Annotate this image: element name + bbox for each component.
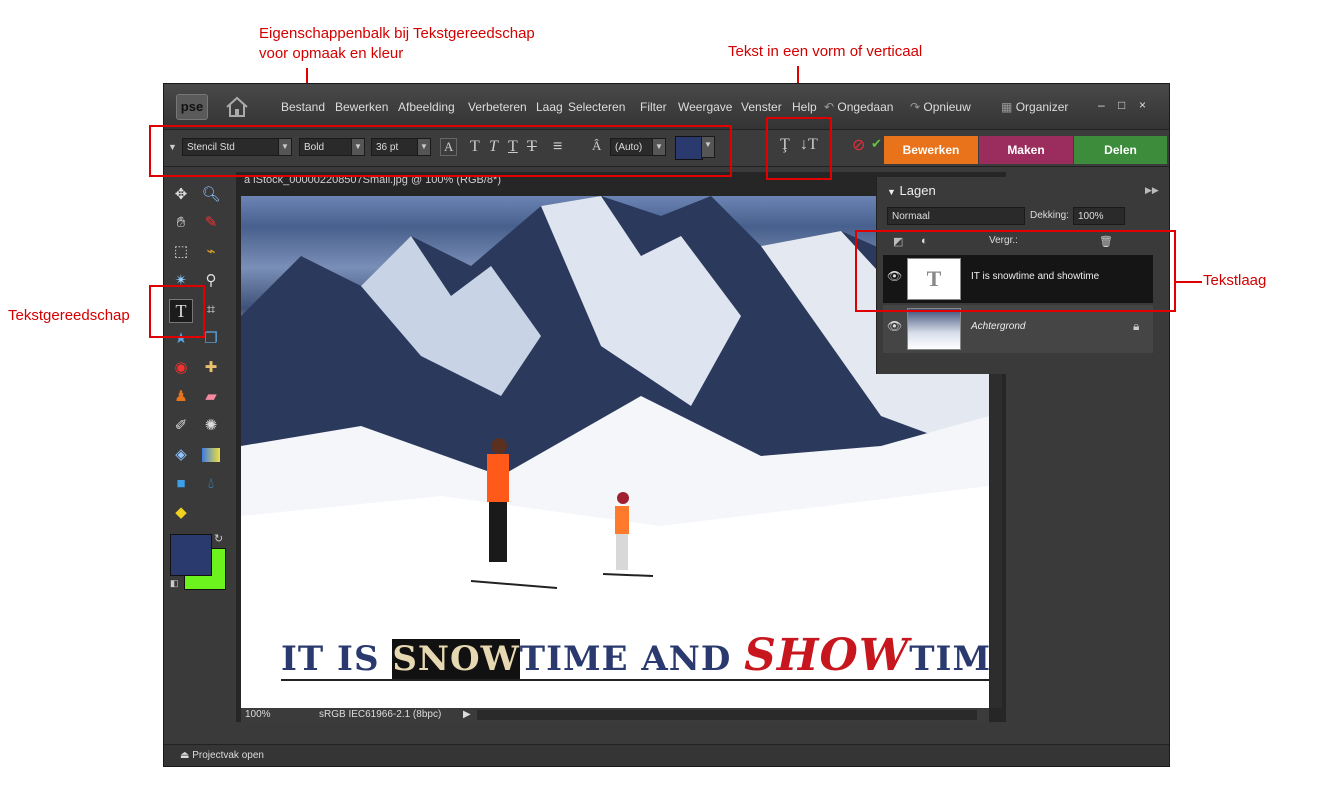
annotation-connector <box>1176 281 1202 283</box>
annotation-text-shape: Tekst in een vorm of verticaal <box>728 43 923 60</box>
red-eye-tool-icon[interactable]: ◉ <box>170 357 192 379</box>
undo-icon: ↶ <box>824 100 835 114</box>
collapse-icon[interactable]: ▼ <box>887 187 896 197</box>
app-logo: pse <box>176 94 208 120</box>
text-part: TIME <box>909 639 989 679</box>
lock-icon: 🔒︎ <box>1133 319 1140 333</box>
layers-title: Lagen <box>899 183 936 198</box>
menu-weergave[interactable]: Weergave <box>678 84 732 129</box>
eraser-tool-icon[interactable]: ▰ <box>200 386 222 408</box>
organizer-icon: ▦ <box>1001 100 1013 114</box>
horizontal-scrollbar[interactable] <box>477 710 977 720</box>
eyedropper-tool-icon[interactable]: ✎ <box>200 212 222 234</box>
organizer-label: Organizer <box>1015 100 1069 114</box>
menu-bar: pse Bestand Bewerken Afbeelding Verbeter… <box>164 84 1169 130</box>
sponge-tool-icon[interactable]: ◆ <box>170 502 192 524</box>
project-bin-toggle[interactable]: ⏏ Projectvak open <box>180 745 264 766</box>
close-button[interactable]: × <box>1139 98 1146 112</box>
smart-brush-tool-icon[interactable]: ✺ <box>200 415 222 437</box>
menu-bestand[interactable]: Bestand <box>281 84 325 129</box>
minimize-button[interactable]: – <box>1098 98 1105 112</box>
layer-thumbnail <box>907 308 961 350</box>
menu-filter[interactable]: Filter <box>640 84 667 129</box>
menu-selecteren[interactable]: Selecteren <box>568 84 625 129</box>
selected-text: SNOW <box>392 639 520 679</box>
layer-row-background[interactable]: 👁︎ Achtergrond 🔒︎ <box>883 305 1153 353</box>
opacity-field[interactable]: 100% <box>1073 207 1125 225</box>
lasso-tool-icon[interactable]: ⌁ <box>200 241 222 263</box>
annotation-options-bar-line2: voor opmaak en kleur <box>259 45 404 62</box>
eject-icon: ⏏ <box>180 750 190 761</box>
organizer-button[interactable]: ▦ Organizer <box>1001 84 1068 129</box>
blur-tool-icon[interactable]: 💧︎ <box>200 473 222 495</box>
zoom-level[interactable]: 100% <box>245 708 271 722</box>
marquee-tool-icon[interactable]: ⬚ <box>170 241 192 263</box>
highlight-text-shape <box>766 117 832 180</box>
healing-tool-icon[interactable]: ✚ <box>200 357 222 379</box>
cancel-icon[interactable]: ⊘ <box>852 135 865 154</box>
annotation-options-bar: Eigenschappenbalk bij Tekstgereedschap v… <box>259 24 535 64</box>
highlight-options-bar <box>149 125 732 177</box>
color-profile: sRGB IEC61966-2.1 (8bpc) <box>319 709 442 720</box>
annotation-text-tool: Tekstgereedschap <box>8 307 130 324</box>
paint-bucket-tool-icon[interactable]: ◈ <box>170 444 192 466</box>
tab-bewerken[interactable]: Bewerken <box>884 136 978 164</box>
text-part: IT IS <box>281 639 393 679</box>
menu-laag[interactable]: Laag <box>536 84 563 129</box>
layers-header: ▼ Lagen <box>887 183 936 198</box>
skier-large <box>487 438 509 562</box>
layer-name: Achtergrond <box>971 321 1026 332</box>
undo-button[interactable]: ↶ Ongedaan <box>824 84 893 129</box>
highlight-text-layer <box>855 230 1176 312</box>
menu-bewerken[interactable]: Bewerken <box>335 84 388 129</box>
maximize-button[interactable]: □ <box>1118 98 1125 112</box>
home-icon[interactable] <box>224 95 250 119</box>
bottom-bar: ⏏ Projectvak open <box>164 744 1169 766</box>
opacity-label: Dekking: <box>1030 210 1069 221</box>
shape-tool-icon[interactable]: ■ <box>170 473 192 495</box>
redo-button[interactable]: ↷ Opnieuw <box>910 84 971 129</box>
canvas-text-layer[interactable]: IT IS SNOWTIME AND SHOWTIME <box>281 634 989 681</box>
project-bin-label: Projectvak open <box>192 750 264 761</box>
text-part: TIME AND <box>519 639 745 679</box>
status-bar: 100% sRGB IEC61966-2.1 (8bpc) ▶ <box>241 708 989 722</box>
redo-label: Opnieuw <box>923 100 971 114</box>
gradient-tool-icon[interactable] <box>202 448 220 462</box>
toolbox: ✥ 🔍︎ ✋︎ ✎ ⬚ ⌁ ✴ ⚲ T ⌗ ★ ❐ ◉ ✚ ♟ ▰ ✐ ✺ ◈ … <box>164 168 234 748</box>
status-menu-icon[interactable]: ▶ <box>463 708 471 722</box>
visibility-eye-icon[interactable]: 👁︎ <box>887 319 902 333</box>
tab-delen[interactable]: Delen <box>1074 136 1167 164</box>
zoom-tool-icon[interactable]: 🔍︎ <box>200 184 222 206</box>
highlight-text-tool <box>149 285 205 338</box>
swap-colors-icon[interactable]: ↻ <box>214 532 223 545</box>
blend-mode-field[interactable]: Normaal <box>887 207 1025 225</box>
editor-window: pse Bestand Bewerken Afbeelding Verbeter… <box>163 83 1170 767</box>
commit-icon[interactable]: ✔ <box>871 137 882 152</box>
brush-tool-icon[interactable]: ✐ <box>170 415 192 437</box>
redo-icon: ↷ <box>910 100 921 114</box>
hand-tool-icon[interactable]: ✋︎ <box>170 212 192 234</box>
tab-maken[interactable]: Maken <box>979 136 1073 164</box>
menu-verbeteren[interactable]: Verbeteren <box>468 84 527 129</box>
foreground-color-swatch[interactable] <box>170 534 212 576</box>
undo-label: Ongedaan <box>837 100 894 114</box>
panel-menu-icon[interactable]: ▶▶ <box>1145 185 1159 196</box>
clone-stamp-tool-icon[interactable]: ♟ <box>170 386 192 408</box>
text-show: SHOW <box>744 630 910 681</box>
move-tool-icon[interactable]: ✥ <box>170 184 192 206</box>
annotation-options-bar-line1: Eigenschappenbalk bij Tekstgereedschap <box>259 25 535 42</box>
default-colors-icon[interactable]: ◧ <box>170 578 179 589</box>
annotation-text-layer: Tekstlaag <box>1203 272 1267 289</box>
menu-afbeelding[interactable]: Afbeelding <box>398 84 455 129</box>
